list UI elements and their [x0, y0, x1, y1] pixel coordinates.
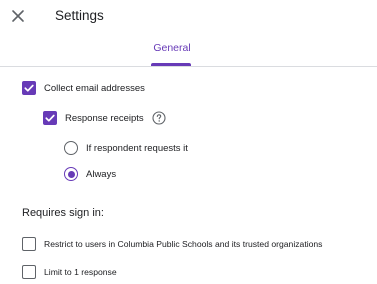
- collect-email-checkbox[interactable]: [22, 81, 36, 95]
- if-requested-label: If respondent requests it: [86, 142, 188, 154]
- close-icon: [8, 6, 28, 26]
- restrict-users-checkbox[interactable]: [22, 237, 36, 251]
- settings-header: Settings: [0, 0, 377, 30]
- radio-selected-dot: [67, 170, 75, 178]
- collect-email-label: Collect email addresses: [44, 82, 145, 94]
- collect-email-option[interactable]: Collect email addresses: [22, 81, 145, 95]
- tab-divider: [0, 66, 377, 67]
- response-receipts-checkbox[interactable]: [43, 111, 57, 125]
- requires-sign-in-heading: Requires sign in:: [22, 207, 104, 219]
- response-receipts-label: Response receipts: [65, 112, 144, 124]
- receipt-option-always[interactable]: Always: [64, 167, 116, 181]
- close-button[interactable]: [8, 6, 28, 26]
- always-label: Always: [86, 168, 117, 180]
- response-receipts-option[interactable]: Response receipts: [43, 111, 166, 125]
- if-requested-radio[interactable]: [64, 141, 78, 155]
- receipt-option-if-requested[interactable]: If respondent requests it: [64, 141, 188, 155]
- limit-response-label: Limit to 1 response: [44, 267, 117, 277]
- restrict-users-option[interactable]: Restrict to users in Columbia Public Sch…: [22, 237, 322, 251]
- help-circle-icon[interactable]: [152, 111, 166, 125]
- restrict-users-label: Restrict to users in Columbia Public Sch…: [44, 239, 323, 249]
- always-radio[interactable]: [64, 167, 78, 181]
- dialog-title: Settings: [55, 8, 104, 23]
- limit-response-checkbox[interactable]: [22, 265, 36, 279]
- limit-response-option[interactable]: Limit to 1 response: [22, 265, 117, 279]
